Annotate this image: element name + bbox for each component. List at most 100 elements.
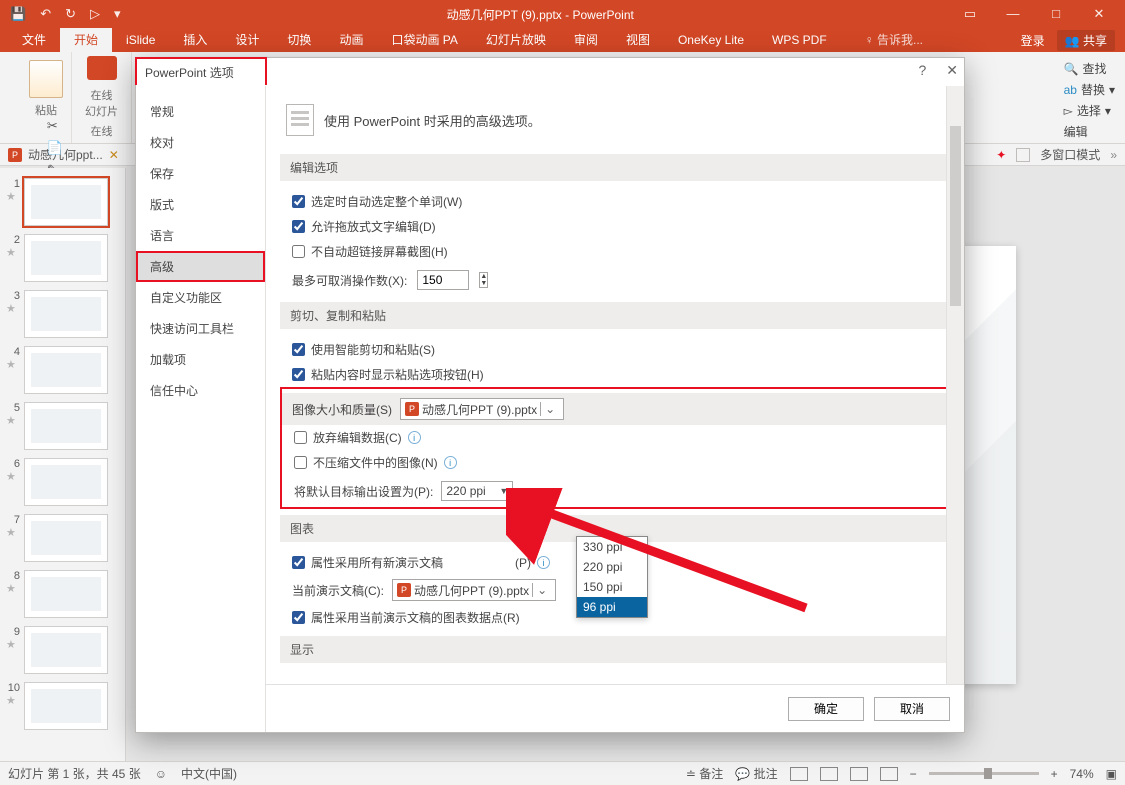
- zoom-label[interactable]: 74%: [1070, 767, 1094, 781]
- tab-islide[interactable]: iSlide: [112, 28, 169, 52]
- slide-thumbnail[interactable]: [24, 514, 108, 562]
- slide-thumbnail[interactable]: [24, 570, 108, 618]
- sorter-view-icon[interactable]: [820, 767, 838, 781]
- slide-thumbnail[interactable]: [24, 234, 108, 282]
- status-bar: 幻灯片 第 1 张，共 45 张 ☺ 中文(中国) ≐ 备注 💬 批注 − + …: [0, 761, 1125, 785]
- share-label: 共享: [1083, 34, 1107, 48]
- slide-thumbnail[interactable]: [24, 402, 108, 450]
- sidebar-item-format[interactable]: 版式: [136, 189, 265, 220]
- annotation-arrow-icon: [506, 488, 826, 628]
- window-mode-icon[interactable]: [1016, 148, 1030, 162]
- document-tab[interactable]: 动感几何ppt...: [28, 146, 103, 163]
- opt-label: 允许拖放式文字编辑(D): [311, 218, 436, 235]
- ribbon-tabs: 文件 开始 iSlide 插入 设计 切换 动画 口袋动画 PA 幻灯片放映 审…: [0, 28, 1125, 52]
- sidebar-item-addins[interactable]: 加载项: [136, 344, 265, 375]
- zoom-in-button[interactable]: +: [1051, 767, 1058, 781]
- tab-home[interactable]: 开始: [60, 28, 112, 52]
- opt-show-paste-options[interactable]: 粘贴内容时显示粘贴选项按钮(H): [292, 362, 938, 387]
- info-icon[interactable]: i: [444, 456, 457, 469]
- ok-button[interactable]: 确定: [788, 697, 864, 721]
- maximize-icon[interactable]: □: [1036, 6, 1076, 22]
- slideshow-start-icon[interactable]: ▷: [90, 6, 100, 22]
- tab-review[interactable]: 审阅: [560, 28, 612, 52]
- opt-drag-text[interactable]: 允许拖放式文字编辑(D): [292, 214, 938, 239]
- undo-icon[interactable]: ↶: [40, 6, 51, 22]
- default-ppi-label: 将默认目标输出设置为(P):: [294, 483, 433, 500]
- online-slides-icon[interactable]: [87, 56, 117, 80]
- select-button[interactable]: ▻ 选择 ▾: [1064, 100, 1115, 121]
- tab-onekey[interactable]: OneKey Lite: [664, 28, 758, 52]
- tab-slideshow[interactable]: 幻灯片放映: [472, 28, 560, 52]
- copy-icon[interactable]: 📄: [47, 140, 63, 156]
- sidebar-item-general[interactable]: 常规: [136, 96, 265, 127]
- spinner-down-icon[interactable]: ▼: [480, 280, 487, 287]
- sidebar-item-save[interactable]: 保存: [136, 158, 265, 189]
- dialog-scrollbar[interactable]: [946, 86, 964, 684]
- slide-thumbnail[interactable]: [24, 290, 108, 338]
- redo-icon[interactable]: ↻: [65, 6, 76, 22]
- dialog-help-icon[interactable]: ?: [918, 62, 926, 79]
- sidebar-item-proofing[interactable]: 校对: [136, 127, 265, 158]
- default-ppi-select[interactable]: 220 ppi ▼: [441, 481, 513, 501]
- slide-thumbnails-panel[interactable]: 1★ 2★ 3★ 4★ 5★ 6★ 7★ 8★ 9★ 10★: [0, 168, 126, 761]
- chevron-down-icon[interactable]: ⌄: [540, 402, 559, 416]
- language-label[interactable]: 中文(中国): [181, 765, 237, 782]
- opt-no-compress-images[interactable]: 不压缩文件中的图像(N)i: [294, 450, 922, 475]
- dialog-close-icon[interactable]: ✕: [946, 62, 958, 79]
- tab-design[interactable]: 设计: [221, 28, 273, 52]
- sidebar-item-language[interactable]: 语言: [136, 220, 265, 251]
- find-button[interactable]: 🔍 查找: [1064, 58, 1115, 79]
- fit-window-icon[interactable]: ▣: [1106, 767, 1117, 781]
- notes-button[interactable]: ≐ 备注: [686, 765, 723, 782]
- tab-file[interactable]: 文件: [8, 28, 60, 52]
- slide-thumbnail[interactable]: [24, 626, 108, 674]
- slide-thumbnail[interactable]: [24, 346, 108, 394]
- tab-pocket[interactable]: 口袋动画 PA: [377, 28, 471, 52]
- slide-thumbnail[interactable]: [24, 682, 108, 730]
- tab-view[interactable]: 视图: [612, 28, 664, 52]
- normal-view-icon[interactable]: [790, 767, 808, 781]
- opt-no-hyperlink-screenshot[interactable]: 不自动超链接屏幕截图(H): [292, 239, 938, 264]
- slideshow-view-icon[interactable]: [880, 767, 898, 781]
- cut-icon[interactable]: ✂: [47, 118, 63, 134]
- reading-view-icon[interactable]: [850, 767, 868, 781]
- zoom-slider[interactable]: [929, 772, 1039, 775]
- close-window-icon[interactable]: ✕: [1079, 6, 1119, 22]
- comments-button[interactable]: 💬 批注: [735, 765, 777, 782]
- slide-thumbnail[interactable]: [24, 178, 108, 226]
- magic-icon[interactable]: ✦: [996, 148, 1006, 162]
- cancel-button[interactable]: 取消: [874, 697, 950, 721]
- tab-transition[interactable]: 切换: [273, 28, 325, 52]
- slide-thumbnail[interactable]: [24, 458, 108, 506]
- save-icon[interactable]: 💾: [10, 6, 26, 22]
- dialog-footer: 确定 取消: [266, 684, 964, 732]
- opt-discard-edit-data[interactable]: 放弃编辑数据(C)i: [294, 425, 922, 450]
- qat-more-icon[interactable]: ▾: [114, 6, 121, 22]
- opt-select-whole-word[interactable]: 选定时自动选定整个单词(W): [292, 189, 938, 214]
- share-button[interactable]: 👥 共享: [1057, 30, 1115, 51]
- undo-count-input[interactable]: [417, 270, 469, 290]
- spinner-up-icon[interactable]: ▲: [480, 273, 487, 280]
- tell-me-input[interactable]: ♀ 告诉我...: [851, 28, 937, 52]
- sidebar-item-advanced[interactable]: 高级: [136, 251, 265, 282]
- login-link[interactable]: 登录: [1021, 32, 1045, 49]
- notes-label: 备注: [699, 767, 723, 781]
- tab-animation[interactable]: 动画: [325, 28, 377, 52]
- replace-button[interactable]: ab 替换 ▾: [1064, 79, 1115, 100]
- tab-insert[interactable]: 插入: [169, 28, 221, 52]
- paste-icon[interactable]: [29, 60, 63, 98]
- sidebar-item-qat[interactable]: 快速访问工具栏: [136, 313, 265, 344]
- minimize-icon[interactable]: —: [993, 6, 1033, 22]
- image-quality-file-select[interactable]: P 动感几何PPT (9).pptx ⌄: [400, 398, 564, 420]
- ribbon-display-icon[interactable]: ▭: [950, 6, 990, 22]
- opt-smart-cut-paste[interactable]: 使用智能剪切和粘贴(S): [292, 337, 938, 362]
- powerpoint-file-icon: P: [397, 583, 411, 597]
- paste-label: 粘贴: [35, 102, 57, 118]
- tab-wps[interactable]: WPS PDF: [758, 28, 841, 52]
- sidebar-item-customize-ribbon[interactable]: 自定义功能区: [136, 282, 265, 313]
- sidebar-item-trust-center[interactable]: 信任中心: [136, 375, 265, 406]
- window-mode-label[interactable]: 多窗口模式: [1040, 146, 1100, 163]
- info-icon[interactable]: i: [408, 431, 421, 444]
- zoom-out-button[interactable]: −: [910, 767, 917, 781]
- lang-icon[interactable]: ☺: [155, 767, 167, 781]
